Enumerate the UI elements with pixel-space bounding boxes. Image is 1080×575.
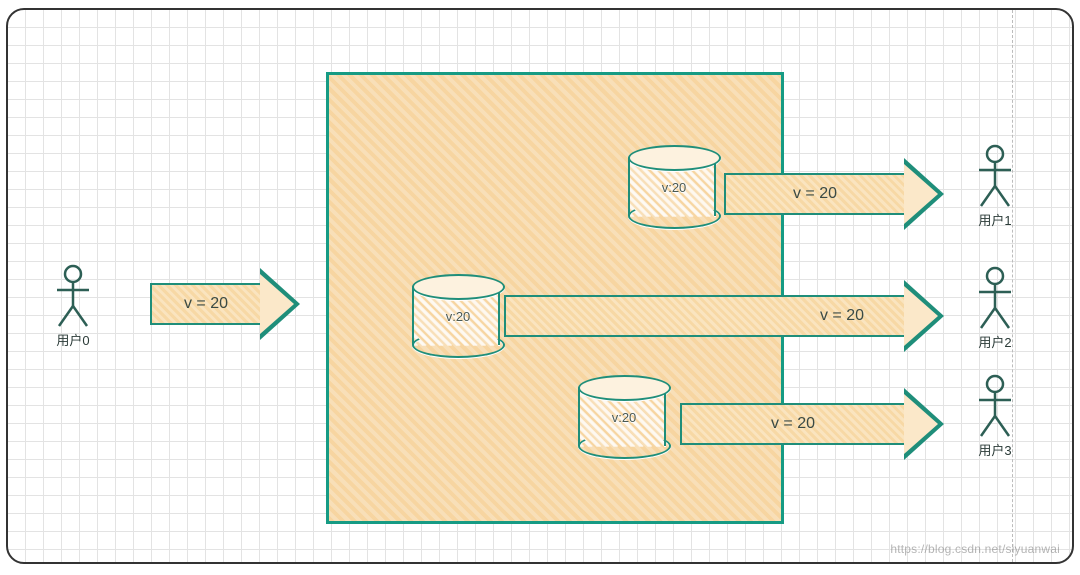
database-2: v:20 bbox=[412, 287, 500, 345]
person-icon bbox=[973, 374, 1017, 438]
arrow-output-3-label: v = 20 bbox=[680, 403, 904, 445]
arrow-head-icon bbox=[904, 158, 944, 230]
person-icon bbox=[51, 264, 95, 328]
arrow-output-3: v = 20 bbox=[680, 388, 944, 460]
database-1-label: v:20 bbox=[630, 180, 718, 195]
person-icon bbox=[973, 266, 1017, 330]
actor-user-2-label: 用户2 bbox=[966, 332, 1024, 351]
arrow-input: v = 20 bbox=[150, 268, 300, 340]
arrow-input-label: v = 20 bbox=[150, 283, 260, 325]
person-icon bbox=[973, 144, 1017, 208]
arrow-output-1: v = 20 bbox=[724, 158, 944, 230]
database-2-label: v:20 bbox=[414, 309, 502, 324]
watermark-text: https://blog.csdn.net/siyuanwai bbox=[890, 542, 1060, 556]
actor-user-1-label: 用户1 bbox=[966, 210, 1024, 229]
arrow-head-icon bbox=[904, 280, 944, 352]
arrow-output-2-label: v = 20 bbox=[504, 295, 904, 337]
arrow-head-icon bbox=[904, 388, 944, 460]
actor-user-0-label: 用户0 bbox=[44, 330, 102, 349]
diagram-frame: v:20 v:20 v:20 v = 20 v = 20 v = 20 v = … bbox=[6, 8, 1074, 564]
arrow-output-2: v = 20 bbox=[504, 280, 944, 352]
database-3-label: v:20 bbox=[580, 410, 668, 425]
actor-user-3: 用户3 bbox=[966, 374, 1024, 459]
actor-user-3-label: 用户3 bbox=[966, 440, 1024, 459]
database-1: v:20 bbox=[628, 158, 716, 216]
actor-user-0: 用户0 bbox=[44, 264, 102, 349]
database-3: v:20 bbox=[578, 388, 666, 446]
arrow-output-1-label: v = 20 bbox=[724, 173, 904, 215]
actor-user-2: 用户2 bbox=[966, 266, 1024, 351]
arrow-head-icon bbox=[260, 268, 300, 340]
actor-user-1: 用户1 bbox=[966, 144, 1024, 229]
